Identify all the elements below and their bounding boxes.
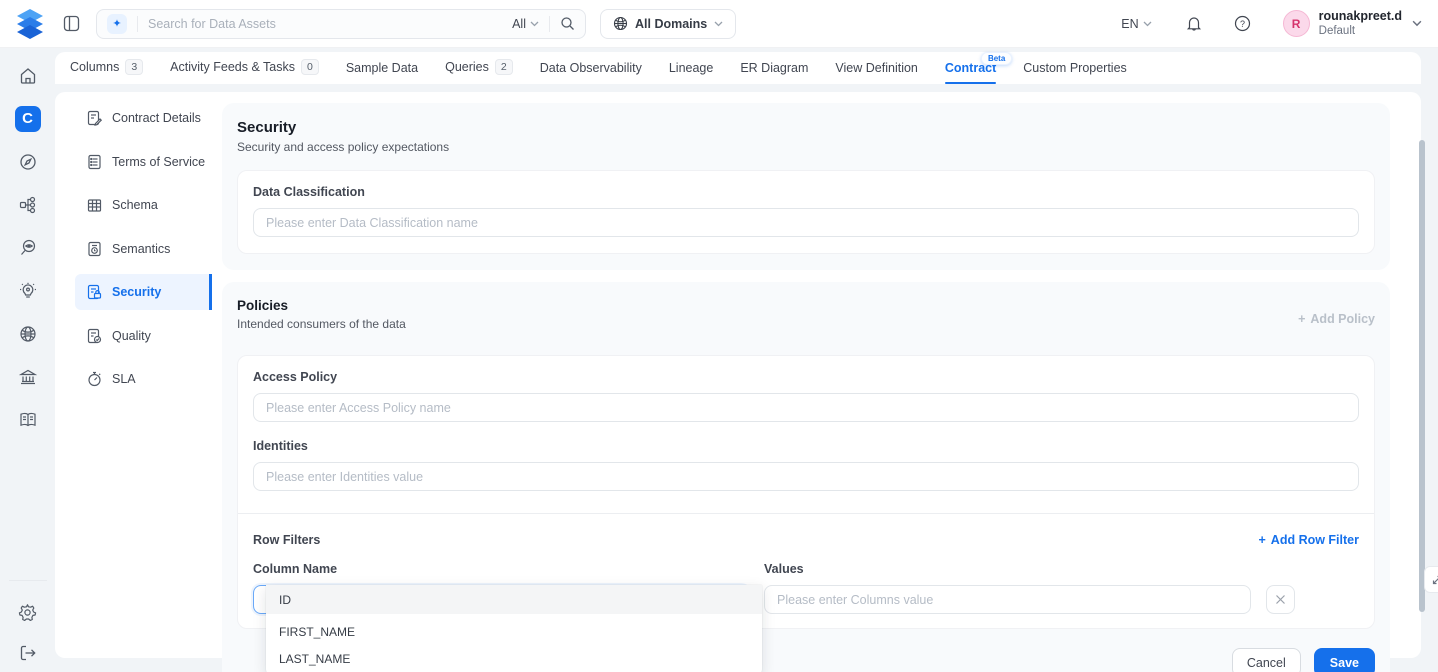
- tab-columns[interactable]: Columns3: [70, 59, 143, 84]
- plus-icon: +: [1298, 312, 1305, 326]
- policies-section-subtitle: Intended consumers of the data: [237, 317, 406, 331]
- tab-sample-data[interactable]: Sample Data: [346, 61, 418, 84]
- diagonal-resize-icon: [1431, 574, 1438, 586]
- remove-row-filter-button[interactable]: [1266, 585, 1295, 614]
- column-name-dropdown: ID FIRST_NAME LAST_NAME: [266, 585, 762, 672]
- identities-label: Identities: [253, 439, 1359, 453]
- beta-badge: Beta: [981, 52, 1012, 65]
- tab-queries[interactable]: Queries2: [445, 59, 513, 84]
- sidebar-toggle-icon[interactable]: [63, 15, 80, 32]
- user-avatar[interactable]: R: [1283, 10, 1310, 37]
- save-button[interactable]: Save: [1314, 648, 1375, 672]
- logout-icon[interactable]: [0, 634, 55, 672]
- chevron-down-icon: [530, 21, 539, 27]
- nav-item-contract-details[interactable]: Contract Details: [75, 100, 212, 136]
- column-name-label: Column Name: [253, 562, 749, 576]
- nav-item-semantics[interactable]: Semantics: [75, 231, 212, 267]
- resize-handle-button[interactable]: [1424, 566, 1438, 593]
- chevron-down-icon: [714, 21, 723, 27]
- user-menu-chevron-icon[interactable]: [1412, 20, 1422, 27]
- help-icon[interactable]: ?: [1234, 15, 1251, 32]
- insights-bulb-icon[interactable]: [0, 269, 55, 312]
- collate-app-icon[interactable]: C: [0, 97, 55, 140]
- global-search-input[interactable]: ✦ Search for Data Assets All: [96, 9, 586, 39]
- tab-count-badge: 0: [301, 59, 319, 75]
- search-placeholder: Search for Data Assets: [148, 17, 512, 31]
- globe-icon: [613, 16, 628, 31]
- tab-activity-feeds[interactable]: Activity Feeds & Tasks0: [170, 59, 319, 84]
- row-filters-title: Row Filters: [253, 533, 320, 547]
- access-policy-input[interactable]: [253, 393, 1359, 422]
- dropdown-option[interactable]: FIRST_NAME: [266, 619, 762, 646]
- settings-gear-icon[interactable]: [0, 591, 55, 634]
- nav-item-terms-of-service[interactable]: Terms of Service: [75, 144, 212, 180]
- contract-section-nav: Contract Details Terms of Service Schema…: [75, 100, 212, 405]
- search-scope-dropdown[interactable]: All: [512, 17, 539, 31]
- dropdown-option[interactable]: ID: [266, 585, 762, 614]
- tab-count-badge: 2: [495, 59, 513, 75]
- contract-panel: Contract Details Terms of Service Schema…: [55, 92, 1421, 658]
- policies-section-title: Policies: [237, 298, 406, 313]
- data-classification-card: Data Classification: [237, 170, 1375, 254]
- plus-icon: +: [1258, 533, 1265, 547]
- language-dropdown[interactable]: EN: [1121, 17, 1151, 31]
- domains-globe-icon[interactable]: [0, 312, 55, 355]
- add-row-filter-button[interactable]: + Add Row Filter: [1258, 533, 1359, 547]
- all-domains-button[interactable]: All Domains: [600, 9, 736, 39]
- observability-search-icon[interactable]: [0, 226, 55, 269]
- user-team: Default: [1319, 24, 1402, 38]
- dropdown-option[interactable]: LAST_NAME: [266, 646, 762, 672]
- top-bar: ✦ Search for Data Assets All All Domains…: [0, 0, 1438, 48]
- tab-contract[interactable]: ContractBeta: [945, 61, 996, 84]
- data-classification-input[interactable]: [253, 208, 1359, 237]
- svg-text:?: ?: [1240, 19, 1245, 29]
- app-rail: C: [0, 48, 55, 672]
- access-policy-label: Access Policy: [253, 370, 1359, 384]
- ai-sparkle-icon[interactable]: ✦: [107, 14, 127, 34]
- knowledge-book-icon[interactable]: [0, 398, 55, 441]
- data-flow-icon[interactable]: [0, 183, 55, 226]
- home-icon[interactable]: [0, 54, 55, 97]
- chevron-down-icon: [1143, 21, 1152, 27]
- vertical-scrollbar[interactable]: [1419, 140, 1425, 612]
- data-classification-label: Data Classification: [253, 185, 1359, 199]
- user-name: rounakpreet.d: [1319, 9, 1402, 25]
- identities-input[interactable]: [253, 462, 1359, 491]
- add-policy-button[interactable]: + Add Policy: [1298, 312, 1375, 326]
- tab-lineage[interactable]: Lineage: [669, 61, 714, 84]
- security-section: Security Security and access policy expe…: [222, 103, 1390, 270]
- explore-compass-icon[interactable]: [0, 140, 55, 183]
- tab-custom-properties[interactable]: Custom Properties: [1023, 61, 1127, 84]
- governance-bank-icon[interactable]: [0, 355, 55, 398]
- notifications-bell-icon[interactable]: [1186, 15, 1202, 32]
- tab-er-diagram[interactable]: ER Diagram: [740, 61, 808, 84]
- tab-data-observability[interactable]: Data Observability: [540, 61, 642, 84]
- lock-document-icon: [87, 284, 102, 300]
- nav-item-quality[interactable]: Quality: [75, 318, 212, 354]
- nav-item-schema[interactable]: Schema: [75, 187, 212, 223]
- nav-item-sla[interactable]: SLA: [75, 361, 212, 397]
- values-input[interactable]: [764, 585, 1251, 614]
- search-icon[interactable]: [560, 16, 575, 31]
- close-icon: [1275, 594, 1286, 605]
- cancel-button[interactable]: Cancel: [1232, 648, 1301, 672]
- collate-logo-icon[interactable]: [13, 8, 47, 40]
- tab-view-definition[interactable]: View Definition: [835, 61, 917, 84]
- security-section-subtitle: Security and access policy expectations: [237, 140, 1375, 154]
- entity-tab-bar: Columns3 Activity Feeds & Tasks0 Sample …: [55, 52, 1421, 84]
- values-label: Values: [764, 562, 1251, 576]
- security-section-title: Security: [237, 119, 1375, 136]
- nav-item-security[interactable]: Security: [75, 274, 212, 310]
- stopwatch-icon: [87, 371, 102, 387]
- tab-count-badge: 3: [125, 59, 143, 75]
